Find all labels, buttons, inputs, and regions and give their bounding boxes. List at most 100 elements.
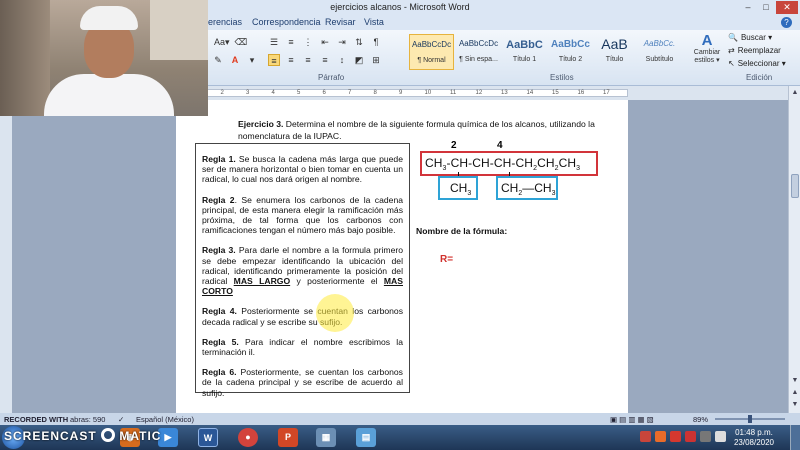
app-icon[interactable]: ▤ [356, 428, 376, 447]
binoculars-icon: 🔍 [728, 33, 738, 42]
ruler-number: 10 [424, 90, 432, 96]
sort-icon[interactable]: ⇅ [353, 36, 365, 48]
font-color-icon[interactable]: A [229, 54, 241, 66]
increase-indent-icon[interactable]: ⇥ [336, 36, 348, 48]
find-button[interactable]: 🔍 Buscar ▾ [728, 33, 772, 42]
powerpoint-icon[interactable]: P [278, 428, 298, 447]
style-sin-espaciado[interactable]: AaBbCcDc ¶ Sin espa... [456, 34, 501, 70]
spell-check-icon[interactable]: ✓ [118, 415, 124, 424]
replace-button[interactable]: ⇄ Reemplazar [728, 46, 781, 55]
style-name: ¶ Normal [417, 57, 446, 64]
align-right-icon[interactable]: ≡ [302, 54, 314, 66]
decrease-indent-icon[interactable]: ⇤ [319, 36, 331, 48]
atom: CH [501, 181, 519, 195]
ruler-number: 12 [475, 90, 483, 96]
next-page-icon[interactable]: ▼ [790, 400, 800, 410]
maximize-button[interactable]: □ [758, 1, 774, 14]
tray-volume-icon[interactable] [715, 431, 726, 442]
rule-emphasis: MAS LARGO [233, 276, 291, 287]
line-spacing-icon[interactable]: ↕ [336, 54, 348, 66]
chain-position-number: 2 [451, 140, 457, 151]
help-icon[interactable]: ? [781, 17, 792, 28]
prev-page-icon[interactable]: ▲ [790, 388, 800, 398]
clock-time: 01:48 p.m. [735, 428, 773, 437]
scroll-thumb[interactable] [791, 174, 799, 198]
font-color-dropdown-icon[interactable]: ▾ [246, 54, 258, 66]
text-effects-icon[interactable]: ✎ [212, 54, 224, 66]
watermark-logo-icon [101, 428, 116, 442]
style-name: Título 2 [558, 56, 583, 63]
select-label: Seleccionar ▾ [737, 59, 786, 68]
style-sample: AaBbCc [551, 39, 590, 50]
tray-acrobat-icon[interactable] [670, 431, 681, 442]
vertical-ruler[interactable] [0, 100, 12, 413]
style-sample: AaBbC [506, 39, 543, 51]
style-titulo-1[interactable]: AaBbC Título 1 [502, 34, 547, 70]
webcam-person-cap [80, 6, 138, 30]
tray-antivirus-icon[interactable] [640, 431, 651, 442]
tray-network-icon[interactable] [700, 431, 711, 442]
language-indicator[interactable]: Español (México) [136, 415, 194, 424]
vertical-scrollbar[interactable]: ▲ ▼ ▲ ▼ [788, 86, 800, 413]
minimize-button[interactable]: – [740, 1, 756, 14]
replace-icon: ⇄ [728, 46, 735, 55]
multilevel-list-icon[interactable]: ⋮ [302, 36, 314, 48]
ruler-number: 7 [348, 90, 352, 96]
ruler-number: 13 [501, 90, 508, 96]
ruler-number: 15 [552, 90, 559, 96]
change-case-button[interactable]: Aa▾ [214, 36, 230, 48]
numbering-icon[interactable]: ≡ [285, 36, 297, 48]
word-icon[interactable]: W [198, 428, 218, 447]
tab-vista[interactable]: Vista [364, 17, 384, 27]
align-left-icon[interactable]: ≡ [268, 54, 280, 66]
formula-name-label: Nombre de la fórmula: [416, 226, 508, 236]
close-button[interactable]: ✕ [776, 1, 798, 14]
scroll-up-icon[interactable]: ▲ [790, 88, 800, 98]
exercise-label: Ejercicio 3. [238, 119, 284, 129]
chrome-icon[interactable]: ● [238, 428, 258, 447]
zoom-slider-thumb[interactable] [748, 415, 752, 423]
chain-position-number: 4 [497, 140, 503, 151]
style-titulo[interactable]: AaB Título [592, 34, 637, 70]
style-titulo-2[interactable]: AaBbCc Título 2 [548, 34, 593, 70]
change-styles-button[interactable]: A Cambiar estilos ▾ [690, 32, 724, 64]
style-sample: AaBbCcDc [411, 40, 452, 49]
view-buttons[interactable]: ▣ ▤ ▥ ▦ ▧ [610, 415, 654, 424]
tab-correspondencia[interactable]: Correspondencia [252, 17, 321, 27]
exercise-statement: Ejercicio 3. Determina el nombre de la s… [238, 118, 598, 142]
exercise-text: Determina el nombre de la siguiente form… [238, 119, 595, 141]
shading-icon[interactable]: ◩ [353, 54, 365, 66]
style-subtitulo[interactable]: AaBbCc. Subtítulo [637, 34, 682, 70]
style-name: Subtítulo [645, 56, 674, 63]
clear-format-icon[interactable]: ⌫ [235, 36, 248, 48]
atom: —CH [522, 181, 552, 195]
change-styles-label: Cambiar estilos ▾ [693, 49, 721, 64]
scroll-down-icon[interactable]: ▼ [790, 376, 800, 386]
clock-date: 23/08/2020 [733, 438, 774, 447]
system-clock[interactable]: 01:48 p.m. 23/08/2020 [734, 428, 774, 448]
select-button[interactable]: ↖ Seleccionar ▾ [728, 59, 786, 68]
show-marks-button[interactable]: ¶ [370, 36, 382, 48]
rule-label: Regla 3. [202, 245, 236, 256]
justify-icon[interactable]: ≡ [319, 54, 331, 66]
tab-revisar[interactable]: Revisar [325, 17, 356, 27]
recorder-label: RECORDED WITH [4, 415, 69, 424]
bullets-icon[interactable]: ☰ [268, 36, 280, 48]
screen-recorder-icon[interactable]: ▦ [316, 428, 336, 447]
ruler-number: 4 [271, 90, 275, 96]
show-desktop-button[interactable] [790, 425, 800, 450]
ruler-number: 3 [246, 90, 250, 96]
align-center-icon[interactable]: ≡ [285, 54, 297, 66]
word-count[interactable]: abras: 590 [70, 415, 105, 424]
tray-app-icon[interactable] [655, 431, 666, 442]
subscript: 3 [467, 190, 472, 197]
rule-3: Regla 3. Para darle el nombre a la formu… [202, 245, 403, 296]
tray-flag-icon[interactable] [685, 431, 696, 442]
zoom-level[interactable]: 89% [693, 415, 708, 424]
borders-icon[interactable]: ⊞ [370, 54, 382, 66]
subscript: 3 [551, 190, 556, 197]
answer-label: R= [440, 254, 454, 265]
style-normal[interactable]: AaBbCcDc ¶ Normal [409, 34, 454, 70]
tab-referencias[interactable]: erencias [208, 17, 242, 27]
rule-label: Regla 5. [202, 336, 239, 347]
